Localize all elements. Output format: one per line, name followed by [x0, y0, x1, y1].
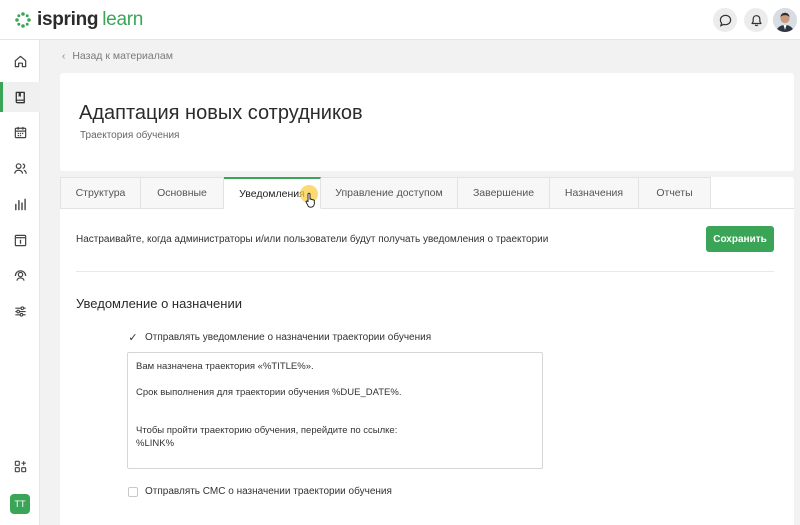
sms-notification-row[interactable]: Отправлять СМС о назначении траектории о… — [128, 486, 392, 497]
logo-text-primary: ispring — [37, 9, 99, 30]
page-subtitle: Траектория обучения — [80, 130, 180, 141]
tab-general[interactable]: Основные — [141, 177, 224, 209]
hand-cursor-icon — [305, 192, 315, 208]
user-avatar[interactable] — [773, 8, 797, 32]
sidebar-item-reports[interactable] — [0, 189, 40, 219]
ispring-logo-icon — [15, 12, 31, 28]
bell-icon — [750, 14, 762, 26]
sidebar-item-users[interactable] — [0, 153, 40, 183]
sidebar-item-calendar[interactable] — [0, 117, 40, 147]
users-icon — [13, 162, 27, 174]
checkbox-checked-icon[interactable]: ✓ — [128, 332, 138, 343]
sliders-icon — [14, 305, 26, 317]
header-card: Адаптация новых сотрудников Траектория о… — [60, 73, 794, 171]
chevron-left-icon: ‹ — [62, 50, 66, 62]
section-divider — [76, 271, 774, 272]
user-photo-icon — [773, 8, 797, 32]
calendar-icon — [14, 126, 26, 138]
tab-reports[interactable]: Отчеты — [639, 177, 711, 209]
notifications-description: Настраивайте, когда администраторы и/или… — [76, 234, 549, 245]
section-title: Уведомление о назначении — [76, 296, 242, 311]
info-board-icon — [14, 234, 26, 246]
chat-button[interactable] — [713, 8, 737, 32]
tab-completion[interactable]: Завершение — [458, 177, 550, 209]
sidebar-apps-button[interactable] — [0, 451, 40, 481]
sidebar-item-support[interactable] — [0, 260, 40, 290]
bar-chart-icon — [14, 198, 26, 210]
chat-icon — [719, 14, 731, 27]
sidebar-item-home[interactable] — [0, 46, 40, 76]
logo[interactable]: ispring learn — [14, 9, 143, 31]
notifications-button[interactable] — [744, 8, 768, 32]
settings-card: Структура Основные Уведомления Управлени… — [60, 177, 794, 525]
sms-checkbox-label: Отправлять СМС о назначении траектории о… — [145, 486, 392, 497]
back-link-label: Назад к материалам — [72, 50, 173, 62]
page-title: Адаптация новых сотрудников — [79, 102, 363, 124]
tab-bar: Структура Основные Уведомления Управлени… — [60, 177, 711, 209]
tab-access-control[interactable]: Управление доступом — [321, 177, 458, 209]
notification-message-textarea[interactable]: Вам назначена траектория «%TITLE%». Срок… — [127, 352, 543, 469]
sidebar-item-settings[interactable] — [0, 296, 40, 326]
sidebar: TT — [0, 40, 40, 525]
sidebar-item-info[interactable] — [0, 225, 40, 255]
sidebar-user-avatar[interactable]: TT — [10, 494, 30, 514]
logo-text-secondary: learn — [102, 9, 143, 30]
email-notification-row[interactable]: ✓ Отправлять уведомление о назначении тр… — [128, 332, 431, 343]
top-bar: ispring learn — [0, 0, 800, 40]
tab-structure[interactable]: Структура — [60, 177, 141, 209]
email-checkbox-label: Отправлять уведомление о назначении трае… — [145, 332, 432, 343]
checkbox-unchecked-icon[interactable] — [128, 486, 138, 497]
tab-assignments[interactable]: Назначения — [550, 177, 639, 209]
save-button[interactable]: Сохранить — [706, 226, 774, 252]
book-icon — [15, 91, 25, 103]
back-link[interactable]: ‹ Назад к материалам — [62, 50, 173, 62]
sidebar-item-materials[interactable] — [0, 82, 40, 112]
apps-add-icon — [14, 460, 26, 472]
home-icon — [14, 55, 26, 67]
user-support-icon — [14, 269, 26, 281]
